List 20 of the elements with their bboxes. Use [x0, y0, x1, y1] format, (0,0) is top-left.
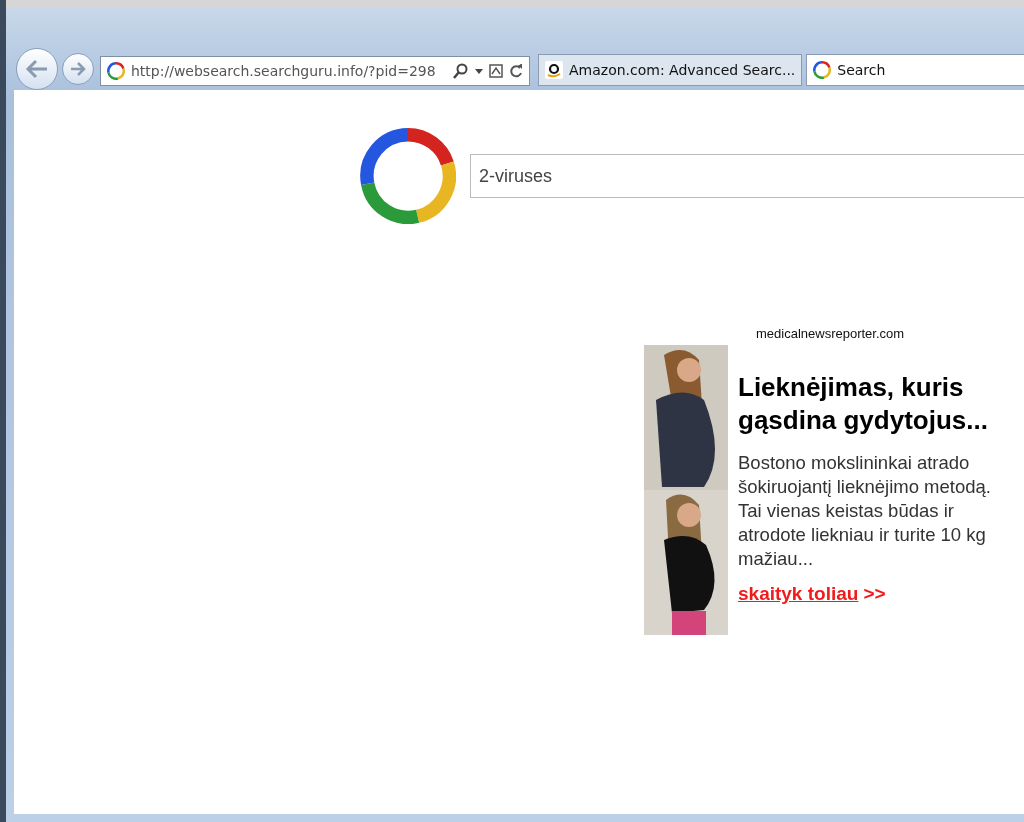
logo-icon: [360, 128, 456, 224]
arrow-left-icon: [25, 59, 49, 79]
ring-icon: [813, 61, 832, 79]
arrow-right-icon: [69, 61, 87, 77]
ad-source: medicalnewsreporter.com: [755, 326, 906, 341]
forward-button[interactable]: [62, 53, 94, 85]
amazon-icon: [545, 61, 563, 79]
ring-icon: [107, 62, 125, 80]
browser-tab[interactable]: Search: [806, 54, 1024, 86]
ad-text: Bostono mokslininkai atrado šokiruojantį lieknėjimo metodą. Tai vienas keistas būdas ir atrodote liekniau ir turite 10 kg mažiau...: [738, 451, 992, 571]
read-more-link[interactable]: skaityk toliau: [738, 583, 859, 605]
browser-tab[interactable]: Amazon.com: Advanced Searc...: [538, 54, 803, 86]
refresh-icon[interactable]: [509, 64, 523, 78]
address-bar[interactable]: http://websearch.searchguru.info/?pid=298: [100, 56, 530, 86]
back-button[interactable]: [16, 48, 58, 90]
link-arrows: >>: [863, 583, 886, 605]
search-icon[interactable]: [453, 63, 469, 79]
caret-icon[interactable]: [475, 68, 483, 74]
search-field[interactable]: 2-viruses: [470, 154, 1024, 198]
ad-headline: Lieknėjimas, kuris gąsdina gydytojus...: [738, 371, 989, 437]
